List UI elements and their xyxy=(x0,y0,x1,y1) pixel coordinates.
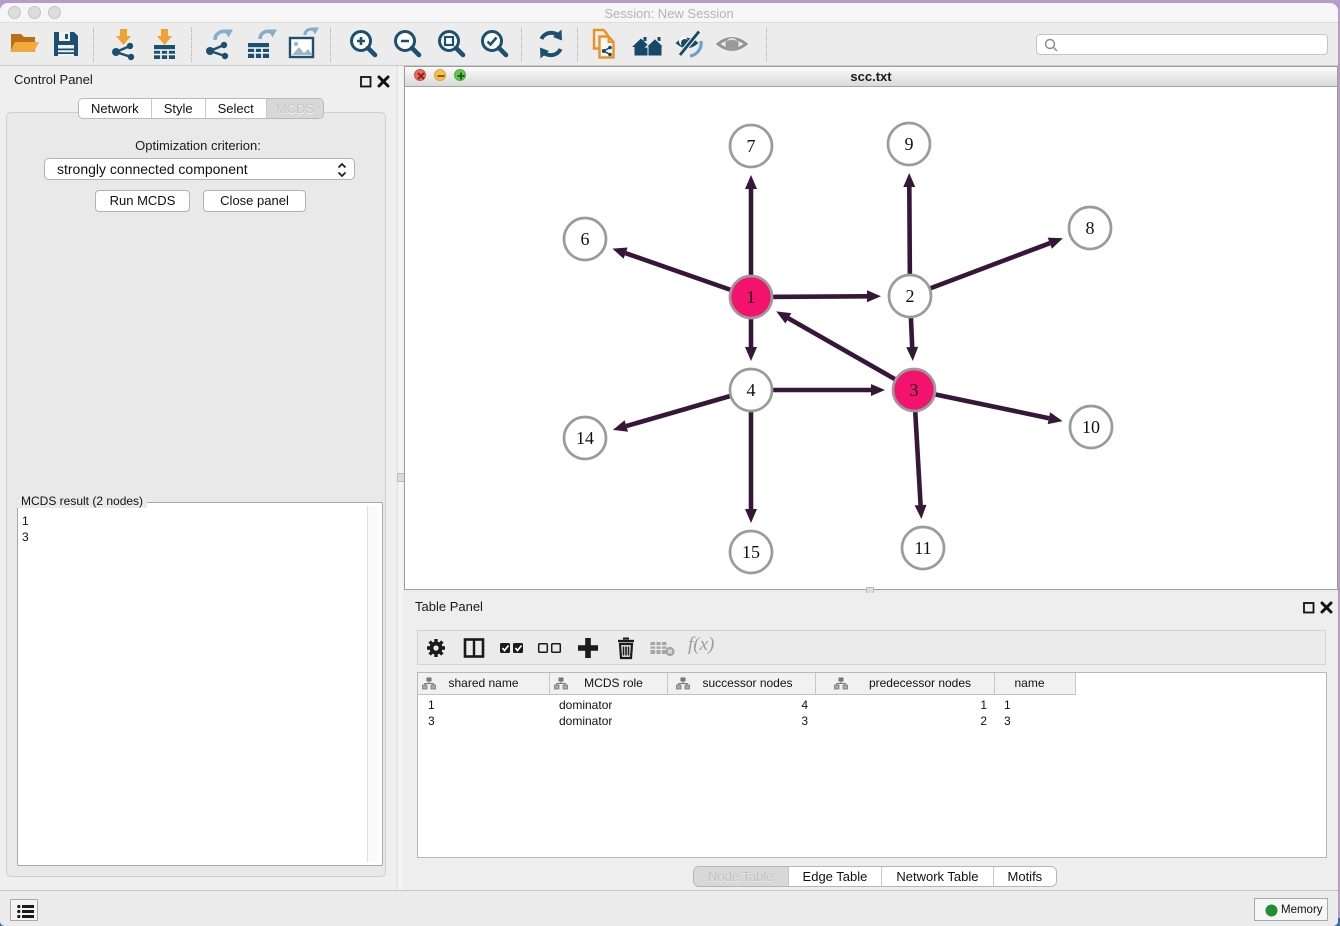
svg-text:15: 15 xyxy=(742,542,760,562)
svg-text:4: 4 xyxy=(747,380,756,400)
svg-text:6: 6 xyxy=(581,229,590,249)
svg-text:8: 8 xyxy=(1086,218,1095,238)
svg-text:2: 2 xyxy=(906,286,915,306)
svg-text:11: 11 xyxy=(914,538,931,558)
svg-text:10: 10 xyxy=(1082,417,1100,437)
svg-text:3: 3 xyxy=(910,380,919,400)
svg-text:1: 1 xyxy=(747,287,756,307)
svg-text:9: 9 xyxy=(905,134,914,154)
svg-text:14: 14 xyxy=(576,428,594,448)
svg-text:7: 7 xyxy=(747,136,756,156)
